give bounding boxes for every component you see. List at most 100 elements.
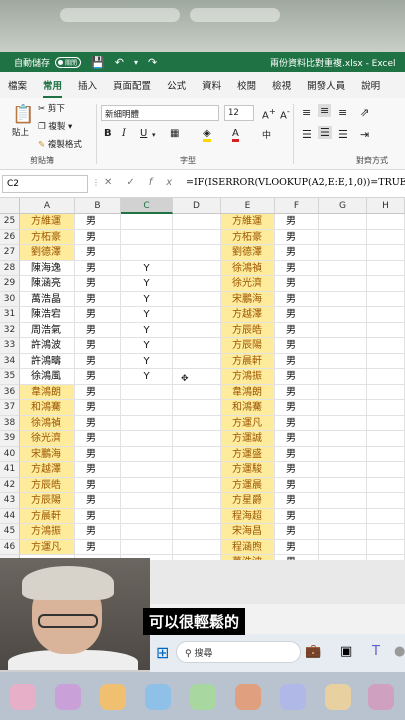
row-header[interactable]: 37 bbox=[0, 400, 20, 416]
column-header-a[interactable]: A bbox=[20, 198, 75, 214]
cell-h[interactable] bbox=[367, 477, 405, 493]
row-header[interactable]: 43 bbox=[0, 493, 20, 509]
cell-g[interactable] bbox=[319, 245, 367, 261]
paste-button[interactable]: 貼上 bbox=[12, 126, 29, 138]
cell-b[interactable]: 男 bbox=[75, 431, 121, 447]
cell-h[interactable] bbox=[367, 508, 405, 524]
cell-b[interactable]: 男 bbox=[75, 400, 121, 416]
cell-h[interactable] bbox=[367, 322, 405, 338]
cell-d[interactable] bbox=[173, 446, 221, 462]
cell-e[interactable]: 劉德澤 bbox=[221, 245, 275, 261]
cell-c[interactable]: Y bbox=[121, 291, 173, 307]
column-header-d[interactable]: D bbox=[173, 198, 221, 214]
row-header[interactable]: 42 bbox=[0, 477, 20, 493]
cell-h[interactable] bbox=[367, 338, 405, 354]
cell-c[interactable]: Y bbox=[121, 353, 173, 369]
tab-home[interactable]: 常用 bbox=[35, 78, 70, 98]
paste-icon[interactable]: 📋 bbox=[12, 104, 34, 125]
cell-d[interactable] bbox=[173, 214, 221, 230]
briefcase-icon[interactable]: 💼 bbox=[305, 644, 321, 659]
cell-f[interactable]: 男 bbox=[275, 260, 319, 276]
row-header[interactable]: 44 bbox=[0, 508, 20, 524]
cell-b[interactable]: 男 bbox=[75, 446, 121, 462]
undo-icon[interactable]: ↶ bbox=[115, 56, 124, 69]
cell-e[interactable]: 程海超 bbox=[221, 508, 275, 524]
cell-f[interactable]: 男 bbox=[275, 229, 319, 245]
cell-d[interactable] bbox=[173, 415, 221, 431]
cell-e[interactable]: 方辰皓 bbox=[221, 322, 275, 338]
cell-g[interactable] bbox=[319, 214, 367, 230]
cell-e[interactable]: 方晨軒 bbox=[221, 353, 275, 369]
cell-d[interactable] bbox=[173, 539, 221, 555]
windows-start-icon[interactable]: ⊞ bbox=[156, 643, 169, 662]
column-header-f[interactable]: F bbox=[275, 198, 319, 214]
row-header[interactable]: 26 bbox=[0, 229, 20, 245]
confirm-icon[interactable]: ✓ bbox=[126, 177, 148, 188]
cell-b[interactable]: 男 bbox=[75, 415, 121, 431]
row-header[interactable]: 41 bbox=[0, 462, 20, 478]
row-header[interactable]: 25 bbox=[0, 214, 20, 230]
cell-b[interactable]: 男 bbox=[75, 369, 121, 385]
cell-b[interactable]: 男 bbox=[75, 384, 121, 400]
cell-d[interactable] bbox=[173, 384, 221, 400]
cell-a[interactable]: 方越澤 bbox=[20, 462, 75, 478]
cell-f[interactable]: 男 bbox=[275, 400, 319, 416]
cell-d[interactable] bbox=[173, 400, 221, 416]
cell-h[interactable] bbox=[367, 353, 405, 369]
row-header[interactable]: 27 bbox=[0, 245, 20, 261]
column-header-c[interactable]: C bbox=[121, 198, 173, 214]
fill-color-icon[interactable]: ◈ bbox=[203, 128, 211, 142]
cell-d[interactable] bbox=[173, 245, 221, 261]
app-icon[interactable] bbox=[190, 684, 216, 710]
cell-e[interactable]: 方鴻振 bbox=[221, 369, 275, 385]
cell-h[interactable] bbox=[367, 400, 405, 416]
redo-icon[interactable]: ↷ bbox=[148, 56, 157, 69]
row-header[interactable]: 45 bbox=[0, 524, 20, 540]
cell-a[interactable]: 萬浩晶 bbox=[20, 291, 75, 307]
cell-g[interactable] bbox=[319, 508, 367, 524]
cell-d[interactable] bbox=[173, 493, 221, 509]
cell-a[interactable]: 方辰陽 bbox=[20, 493, 75, 509]
orientation-icon[interactable]: ⇗ bbox=[360, 106, 369, 119]
cell-b[interactable]: 男 bbox=[75, 276, 121, 292]
tab-developer[interactable]: 開發人員 bbox=[299, 78, 353, 92]
cell-g[interactable] bbox=[319, 384, 367, 400]
cell-g[interactable] bbox=[319, 415, 367, 431]
cell-f[interactable]: 男 bbox=[275, 322, 319, 338]
copy-button[interactable]: ❐ 複製 ▾ bbox=[38, 120, 72, 132]
cell-c[interactable]: Y bbox=[121, 307, 173, 323]
align-top-icon[interactable]: ≡ bbox=[302, 106, 311, 119]
cell-c[interactable] bbox=[121, 524, 173, 540]
align-bottom-icon[interactable]: ≡ bbox=[338, 106, 347, 119]
cell-a[interactable]: 方鴻振 bbox=[20, 524, 75, 540]
name-box[interactable]: C2 bbox=[2, 175, 88, 193]
font-grow-icon[interactable]: A+ bbox=[262, 106, 276, 121]
cell-f[interactable]: 男 bbox=[275, 493, 319, 509]
tab-help[interactable]: 說明 bbox=[353, 78, 388, 92]
cell-c[interactable]: Y bbox=[121, 260, 173, 276]
cell-a[interactable]: 方辰皓 bbox=[20, 477, 75, 493]
cell-e[interactable]: 方運誠 bbox=[221, 431, 275, 447]
app-icon[interactable] bbox=[368, 684, 394, 710]
cell-c[interactable] bbox=[121, 477, 173, 493]
autosave-toggle[interactable]: 關閉 bbox=[55, 56, 82, 68]
cell-f[interactable]: 男 bbox=[275, 477, 319, 493]
cell-b[interactable]: 男 bbox=[75, 260, 121, 276]
cell-e[interactable]: 和鴻騫 bbox=[221, 400, 275, 416]
cell-d[interactable] bbox=[173, 260, 221, 276]
chevron-down-icon[interactable]: ▾ bbox=[134, 58, 138, 67]
worksheet-grid[interactable]: A B C D E F G H 25 方維運男方維運男 26 方柘豪男方柘豪男 27 劉德澤男劉德澤男 28… bbox=[0, 198, 405, 560]
cell-a[interactable]: 徐光濟 bbox=[20, 431, 75, 447]
cell-f[interactable]: 男 bbox=[275, 462, 319, 478]
tab-formulas[interactable]: 公式 bbox=[159, 78, 194, 92]
cell-a[interactable]: 許鴻疇 bbox=[20, 353, 75, 369]
bold-icon[interactable]: B bbox=[104, 128, 112, 139]
cell-e[interactable]: 韋鴻朗 bbox=[221, 384, 275, 400]
cell-f[interactable]: 男 bbox=[275, 539, 319, 555]
app-icon[interactable] bbox=[100, 684, 126, 710]
cell-a[interactable]: 方柘豪 bbox=[20, 229, 75, 245]
cell-h[interactable] bbox=[367, 462, 405, 478]
cell-g[interactable] bbox=[319, 291, 367, 307]
cell-c[interactable] bbox=[121, 539, 173, 555]
tab-data[interactable]: 資料 bbox=[194, 78, 229, 92]
